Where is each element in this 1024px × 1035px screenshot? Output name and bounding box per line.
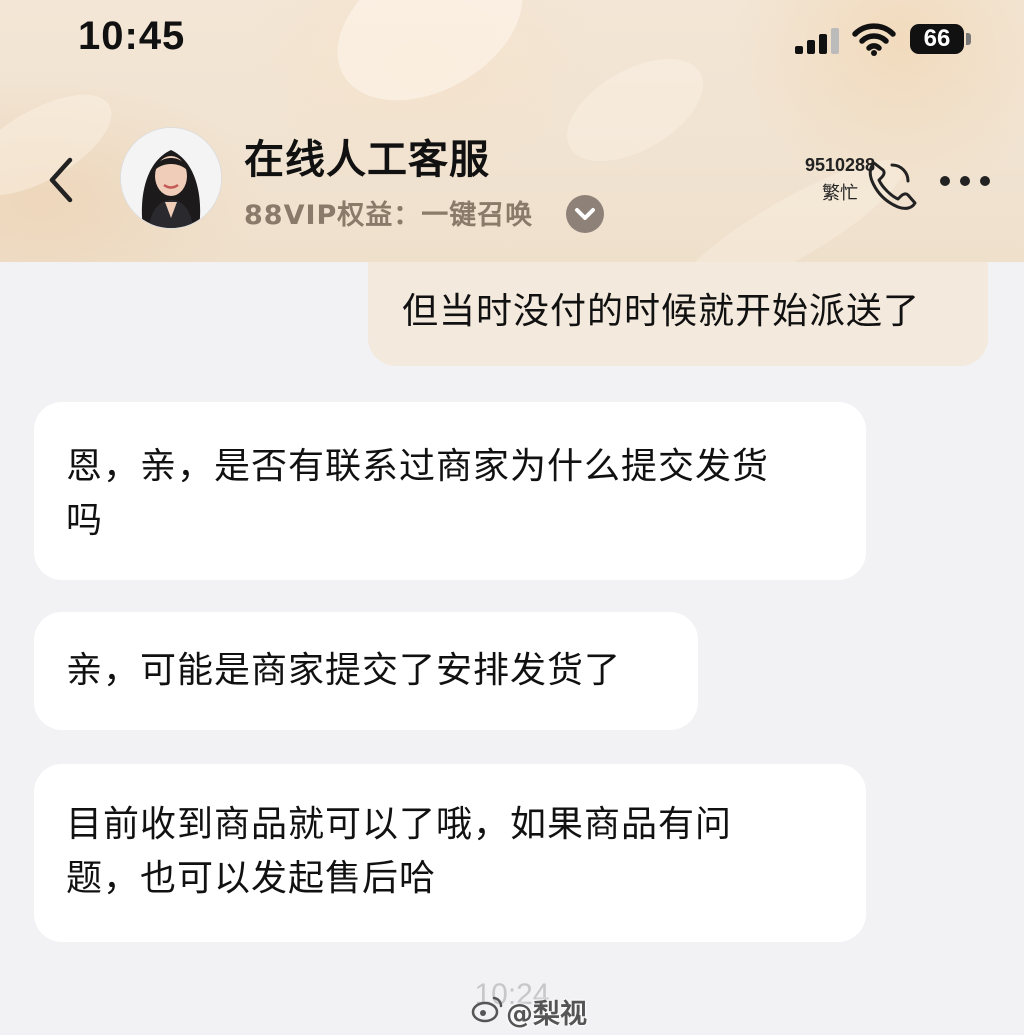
message-bubble-incoming[interactable]: 恩，亲，是否有联系过商家为什么提交发货 吗 [34, 402, 866, 580]
message-text: 恩，亲，是否有联系过商家为什么提交发货 [66, 446, 770, 487]
agent-avatar[interactable] [120, 127, 222, 229]
chevron-left-icon[interactable] [38, 150, 88, 210]
status-time: 10:45 [78, 14, 186, 58]
phone-icon [868, 161, 917, 210]
page-title: 在线人工客服 [244, 137, 490, 183]
more-dots-icon[interactable] [940, 176, 990, 188]
message-text: 亲，可能是商家提交了安排发货了 [66, 650, 622, 691]
message-text: 题，也可以发起售后哈 [66, 858, 437, 899]
message-text: 吗 [66, 500, 104, 541]
message-bubble-incoming[interactable]: 目前收到商品就可以了哦，如果商品有问 题，也可以发起售后哈 [34, 764, 866, 942]
signal-icon [795, 28, 839, 54]
watermark: @梨视频 [470, 990, 610, 1030]
hotline-button[interactable]: 9510288 繁忙 [790, 153, 920, 213]
message-text: 目前收到商品就可以了哦，如果商品有问 [66, 804, 733, 845]
message-bubble-outgoing[interactable]: 但当时没付的时候就开始派送了 [368, 262, 988, 366]
watermark-text: @梨视频 [506, 999, 587, 1030]
message-bubble-incoming[interactable]: 亲，可能是商家提交了安排发货了 [34, 612, 698, 730]
avatar-image [121, 128, 221, 228]
battery-icon: 66 [910, 24, 964, 54]
weibo-logo-icon [471, 996, 503, 1023]
chat-screen: 10:45 66 在线人工客服 88VIP权益：一键召唤 9510288 繁忙 … [0, 0, 1024, 1035]
battery-tip [966, 33, 971, 45]
wifi-icon [852, 23, 896, 56]
chevron-down-icon[interactable] [566, 195, 604, 233]
message-text: 但当时没付的时候就开始派送了 [402, 291, 921, 332]
vip-benefit-link[interactable]: 88VIP权益：一键召唤 [244, 193, 533, 232]
